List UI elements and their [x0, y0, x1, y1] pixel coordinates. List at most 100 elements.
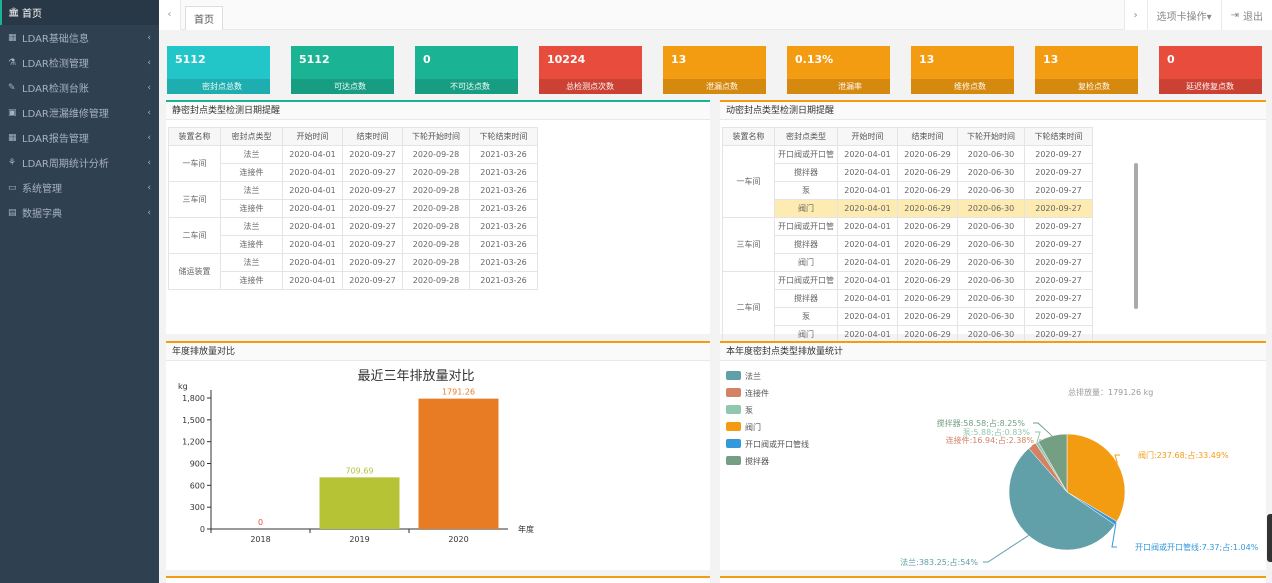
pie-slice-label: 开口阀或开口管线:7.37;占:1.04% — [1135, 542, 1259, 552]
table-cell: 2020-09-27 — [1024, 289, 1093, 308]
table-cell: 2020-09-27 — [342, 217, 403, 236]
unit-name-cell: 二车间 — [722, 271, 775, 344]
tab-bar: ‹ 首页 › 选项卡操作▾ ⇥ 退出 — [159, 0, 1272, 30]
sidebar-item-2[interactable]: ⚗ LDAR检测管理 ‹ — [0, 50, 159, 75]
table-cell: 2020-06-30 — [957, 253, 1025, 272]
tab-options-dropdown[interactable]: 选项卡操作▾ — [1146, 0, 1221, 30]
table-cell: 连接件 — [220, 235, 283, 254]
table-cell: 2021-03-26 — [469, 145, 538, 164]
table-cell: 2021-03-26 — [469, 271, 538, 290]
stat-label: 延迟修复点数 — [1159, 79, 1262, 94]
brush-icon: ✎ — [8, 82, 16, 93]
sidebar-item-4[interactable]: ▣ LDAR泄漏维修管理 ‹ — [0, 100, 159, 125]
table-cell: 2020-09-28 — [402, 271, 470, 290]
sidebar-item-8[interactable]: ▤ 数据字典 ‹ — [0, 200, 159, 225]
floating-side-button[interactable] — [1267, 514, 1272, 562]
table-row: 二车间 开口阀或开口管 2020-04-01 2020-06-29 2020-06-30… — [722, 271, 1093, 344]
table-cell: 阀门 — [774, 253, 838, 272]
chevron-left-icon: ‹ — [147, 32, 151, 43]
table-cell: 2020-06-30 — [957, 217, 1025, 236]
stats-row: 5112 密封点总数 5112 可达点数 0 不可达点数 10224 总检测点次数 13 泄漏点数… — [167, 46, 1272, 94]
table-cell: 2021-03-26 — [469, 181, 538, 200]
sidebar-item-3[interactable]: ✎ LDAR检测台账 ‹ — [0, 75, 159, 100]
column-header: 结束时间 — [342, 127, 403, 146]
main-content: ‹ 首页 › 选项卡操作▾ ⇥ 退出 5112 密封点总数 5112 可达点数 0 不可达点… — [159, 0, 1272, 583]
sidebar-item-5[interactable]: ▦ LDAR报告管理 ‹ — [0, 125, 159, 150]
table-cell: 2020-09-27 — [342, 181, 403, 200]
chevron-left-icon: ‹ — [147, 82, 151, 93]
legend-swatch — [726, 388, 741, 397]
table-cell: 2020-06-29 — [897, 289, 958, 308]
logout-icon: ⇥ — [1230, 9, 1239, 21]
table-scrollbar[interactable] — [1134, 163, 1138, 309]
y-tick-label: 600 — [190, 481, 205, 490]
y-axis-label: kg — [178, 382, 188, 391]
bar-value-label: 709.69 — [346, 466, 374, 475]
table-cell: 2020-06-29 — [897, 307, 958, 326]
table-cell: 2020-06-29 — [897, 145, 958, 164]
legend-swatch — [726, 371, 741, 380]
sidebar: 🏛 首页 ▦ LDAR基础信息 ‹ ⚗ LDAR检测管理 ‹ ✎ LDAR检测台账 ‹ ▣ LDAR泄漏… — [0, 0, 159, 583]
sidebar-item-7[interactable]: ▭ 系统管理 ‹ — [0, 175, 159, 200]
table-cell: 法兰 — [220, 253, 283, 272]
table-cell: 2020-06-29 — [897, 235, 958, 254]
table-row: 搅拌器 2020-04-01 2020-06-29 2020-06-30 2020-09… — [723, 289, 1093, 308]
sidebar-item-label: 系统管理 — [22, 184, 62, 195]
table-cell: 2021-03-26 — [469, 163, 538, 182]
table-cell: 2020-09-27 — [1024, 181, 1093, 200]
column-header: 装置名称 — [168, 127, 221, 146]
table-cell: 2020-09-28 — [402, 235, 470, 254]
table-cell: 2020-06-30 — [957, 163, 1025, 182]
grid-icon: ▦ — [8, 132, 17, 143]
chevron-left-icon: ‹ — [147, 57, 151, 68]
tab-scroll-right-button[interactable]: › — [1123, 0, 1147, 30]
table-cell: 阀门 — [774, 199, 838, 218]
legend-swatch — [726, 422, 741, 431]
tab-home[interactable]: 首页 — [185, 5, 223, 30]
stat-value: 13 — [919, 53, 935, 66]
sidebar-item-1[interactable]: ▦ LDAR基础信息 ‹ — [0, 25, 159, 50]
x-tick-label: 2019 — [349, 535, 369, 544]
table-cell: 法兰 — [220, 181, 283, 200]
logout-button[interactable]: ⇥ 退出 — [1220, 0, 1272, 30]
legend-swatch — [726, 439, 741, 448]
bottom-panel-left — [166, 576, 710, 583]
table-cell: 开口阀或开口管 — [774, 271, 838, 290]
total-emission-label: 总排放量：1791.26 kg — [1068, 387, 1153, 397]
y-tick-label: 300 — [190, 503, 205, 512]
stat-card: 0.13% 泄漏率 — [787, 46, 890, 94]
table-cell: 2021-03-26 — [469, 253, 538, 272]
bar — [418, 398, 499, 529]
table-cell: 2020-09-27 — [342, 163, 403, 182]
table-cell: 2020-06-30 — [957, 271, 1025, 290]
table-row: 泵 2020-04-01 2020-06-29 2020-06-30 2020-09-2… — [723, 181, 1093, 200]
sidebar-item-label: 首页 — [22, 9, 42, 20]
table-cell: 2020-09-27 — [1024, 235, 1093, 254]
pie-chart-panel-title: 本年度密封点类型排放量统计 — [720, 343, 1266, 361]
table-cell: 2021-03-26 — [469, 235, 538, 254]
table-cell: 2020-09-28 — [402, 145, 470, 164]
stat-label: 泄漏率 — [787, 79, 890, 94]
book-icon: ▤ — [8, 207, 17, 218]
x-axis-label: 年度 — [518, 524, 534, 534]
bar-chart-panel-title: 年度排放量对比 — [166, 343, 710, 361]
column-header: 装置名称 — [722, 127, 775, 146]
sidebar-item-label: 数据字典 — [22, 209, 62, 220]
table-cell: 2020-04-01 — [837, 235, 898, 254]
table-row: 三车间 法兰 2020-04-01 2020-09-27 2020-09-28 2021-… — [168, 181, 538, 218]
table-cell: 法兰 — [220, 145, 283, 164]
sidebar-item-0[interactable]: 🏛 首页 — [0, 0, 159, 25]
column-header: 下轮开始时间 — [957, 127, 1025, 146]
table-cell: 2020-04-01 — [282, 145, 343, 164]
table-cell: 2020-04-01 — [282, 253, 343, 272]
unit-name-cell: 一车间 — [722, 145, 775, 218]
stat-value: 10224 — [547, 53, 586, 66]
column-header: 下轮开始时间 — [402, 127, 470, 146]
table-cell: 2020-06-29 — [897, 271, 958, 290]
tab-scroll-left-button[interactable]: ‹ — [159, 0, 181, 30]
column-header: 密封点类型 — [774, 127, 838, 146]
table-cell: 泵 — [774, 181, 838, 200]
sidebar-item-6[interactable]: ⚘ LDAR周期统计分析 ‹ — [0, 150, 159, 175]
stat-label: 维修点数 — [911, 79, 1014, 94]
unit-name-cell: 二车间 — [168, 217, 221, 254]
